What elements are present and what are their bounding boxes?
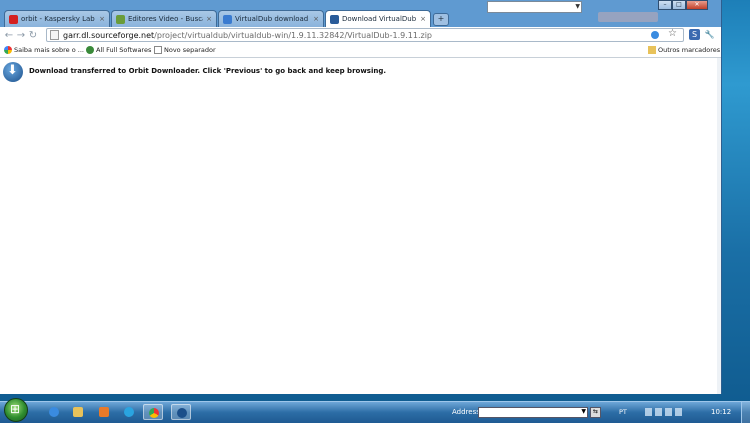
bookmark-label: Novo separador <box>164 46 216 54</box>
internet-explorer-icon <box>49 407 59 417</box>
start-button[interactable]: ⊞ <box>4 398 28 422</box>
go-button[interactable]: ⇆ <box>590 407 601 418</box>
chrome-window: ▼ – □ ✕ orbit - Kaspersky Lab For... × E… <box>0 0 722 394</box>
google-icon <box>4 46 12 54</box>
tray-power-icon[interactable] <box>675 408 682 416</box>
chevron-down-icon[interactable]: ▼ <box>575 3 580 10</box>
address-bar[interactable]: garr.dl.sourceforge.net /project/virtual… <box>46 28 684 42</box>
language-indicator[interactable]: PT <box>619 408 627 416</box>
tab-close-icon[interactable]: × <box>99 15 105 23</box>
tab-title: Editores Video - Busca Ba... <box>128 15 203 23</box>
address-toolbar-label: Address <box>452 408 480 416</box>
download-message: Download transferred to Orbit Downloader… <box>29 67 387 75</box>
site-icon <box>223 14 232 24</box>
kaspersky-icon <box>9 14 18 24</box>
bookmark-item[interactable]: Novo separador <box>154 46 216 54</box>
bookmarks-bar: Saiba mais sobre o ... All Full Software… <box>0 44 721 58</box>
back-button[interactable]: ← <box>3 30 15 41</box>
tray-network-icon[interactable] <box>655 408 662 416</box>
wrench-icon[interactable]: 🔧 <box>704 29 715 40</box>
taskbar-skype-button[interactable] <box>119 404 139 420</box>
tab-close-icon[interactable]: × <box>206 15 212 23</box>
close-button[interactable]: ✕ <box>686 0 708 10</box>
tab-close-icon[interactable]: × <box>420 15 426 23</box>
tab-close-icon[interactable]: × <box>313 15 319 23</box>
tray-volume-icon[interactable] <box>665 408 672 416</box>
windows-logo-icon: ⊞ <box>10 402 21 416</box>
chevron-down-icon[interactable]: ▼ <box>581 408 586 415</box>
new-tab-button[interactable]: + <box>433 13 449 26</box>
site-icon <box>116 14 125 24</box>
other-bookmarks[interactable]: Outros marcadores <box>648 46 720 54</box>
page-content: Download transferred to Orbit Downloader… <box>0 58 721 394</box>
url-path: /project/virtualdub/virtualdub-win/1.9.1… <box>154 30 433 40</box>
page-icon <box>154 46 162 54</box>
address-toolbar-input[interactable]: ▼ <box>478 407 588 418</box>
media-player-icon <box>99 407 109 417</box>
bookmark-label: All Full Softwares <box>96 46 152 54</box>
forward-button[interactable]: → <box>15 30 27 41</box>
tab-download-virtualdub[interactable]: Download VirtualDub fro... × <box>325 10 431 27</box>
page-icon <box>50 30 59 40</box>
taskbar-chrome-button[interactable] <box>143 404 163 420</box>
tab-strip: orbit - Kaspersky Lab For... × Editores … <box>0 10 721 27</box>
tray-flag-icon[interactable] <box>645 408 652 416</box>
folder-icon <box>648 46 656 54</box>
download-arrow-icon <box>3 62 23 82</box>
extension-s-icon[interactable]: S <box>689 29 700 40</box>
taskbar-explorer-button[interactable] <box>68 404 88 420</box>
toolbar: ← → ↻ garr.dl.sourceforge.net /project/v… <box>0 27 721 44</box>
vertical-scrollbar[interactable] <box>717 58 721 394</box>
taskbar-orbit-button[interactable] <box>171 404 191 420</box>
skype-icon <box>124 407 134 417</box>
orbit-downloader-icon <box>177 408 187 418</box>
maximize-button[interactable]: □ <box>672 0 686 10</box>
tab-title: Download VirtualDub fro... <box>342 15 417 23</box>
taskbar-media-button[interactable] <box>94 404 114 420</box>
tab-editores-video[interactable]: Editores Video - Busca Ba... × <box>111 10 217 27</box>
sourceforge-icon <box>330 14 339 24</box>
other-bookmarks-label: Outros marcadores <box>658 46 721 54</box>
folder-icon <box>73 407 83 417</box>
bookmark-item[interactable]: Saiba mais sobre o ... <box>4 46 84 54</box>
bookmark-item[interactable]: All Full Softwares <box>86 46 151 54</box>
taskbar: ⊞ Address ▼ ⇆ PT 10:12 <box>0 398 750 423</box>
clock[interactable]: 10:12 <box>711 408 731 416</box>
globe-icon <box>86 46 94 54</box>
tab-virtualdub-download[interactable]: VirtualDub download - B... × <box>218 10 324 27</box>
url-host: garr.dl.sourceforge.net <box>63 30 155 40</box>
show-desktop-button[interactable] <box>741 402 750 423</box>
tab-title: orbit - Kaspersky Lab For... <box>21 15 96 23</box>
system-tray <box>645 408 682 416</box>
bookmark-label: Saiba mais sobre o ... <box>14 46 84 54</box>
tab-title: VirtualDub download - B... <box>235 15 310 23</box>
taskbar-ie-button[interactable] <box>44 404 64 420</box>
tab-orbit-kaspersky[interactable]: orbit - Kaspersky Lab For... × <box>4 10 110 27</box>
reload-button[interactable]: ↻ <box>27 30 39 41</box>
window-controls: – □ ✕ <box>658 0 708 10</box>
extension-icon[interactable] <box>651 31 659 39</box>
chrome-icon <box>149 408 159 418</box>
minimize-button[interactable]: – <box>658 0 672 10</box>
bookmark-star-icon[interactable]: ☆ <box>668 28 677 39</box>
